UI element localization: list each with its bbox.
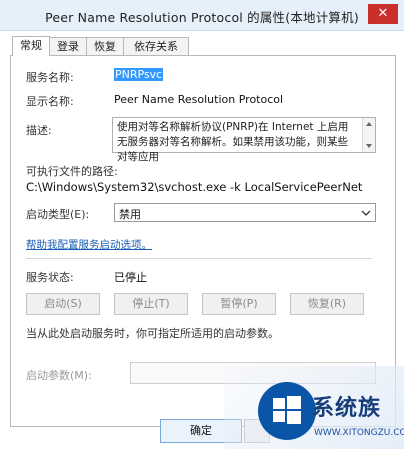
startup-type-label: 启动类型(E): [26,208,90,221]
scroll-arrows-icon [366,122,372,148]
stop-button[interactable]: 停止(T) [114,293,188,315]
tab-recovery[interactable]: 恢复 [86,37,124,55]
watermark-url: WWW.XITONGZU.COM [314,428,404,438]
service-status-label: 服务状态: [26,271,74,284]
windows-logo-icon [258,382,316,440]
description-text: 使用对等名称解析协议(PNRP)在 Internet 上启用无服务器对等名称解析… [117,121,349,163]
help-configure-link[interactable]: 帮助我配置服务启动选项。 [26,237,152,252]
start-params-label: 启动参数(M): [26,369,92,382]
tab-general[interactable]: 常规 [12,36,50,56]
service-status-value: 已停止 [114,271,147,284]
exe-path-label: 可执行文件的路径: [26,165,118,178]
tab-logon[interactable]: 登录 [49,37,87,55]
startup-type-value: 禁用 [119,208,141,221]
resume-button[interactable]: 恢复(R) [290,293,364,315]
start-button[interactable]: 启动(S) [26,293,100,315]
description-scrollbar[interactable] [362,118,375,152]
service-name-value[interactable]: PNRPsvc [114,68,164,81]
display-name-label: 显示名称: [26,95,74,108]
service-name-label: 服务名称: [26,71,74,84]
startup-type-select[interactable]: 禁用 [114,203,376,222]
display-name-value[interactable]: Peer Name Resolution Protocol [114,93,283,106]
close-button[interactable]: ✕ [368,4,398,24]
description-box[interactable]: 使用对等名称解析协议(PNRP)在 Internet 上启用无服务器对等名称解析… [112,117,376,163]
close-icon: ✕ [377,6,389,21]
exe-path-value: C:\Windows\System32\svchost.exe -k Local… [26,180,363,194]
separator [26,258,372,259]
pause-button[interactable]: 暂停(P) [202,293,276,315]
tab-dependencies[interactable]: 依存关系 [123,37,189,55]
start-params-hint: 当从此处启动服务时，你可指定所适用的启动参数。 [26,327,279,340]
chevron-down-icon [361,210,371,216]
window-title: Peer Name Resolution Protocol 的属性(本地计算机) [45,10,359,25]
description-label: 描述: [26,124,52,137]
watermark-brand: 系统族 [312,396,382,421]
